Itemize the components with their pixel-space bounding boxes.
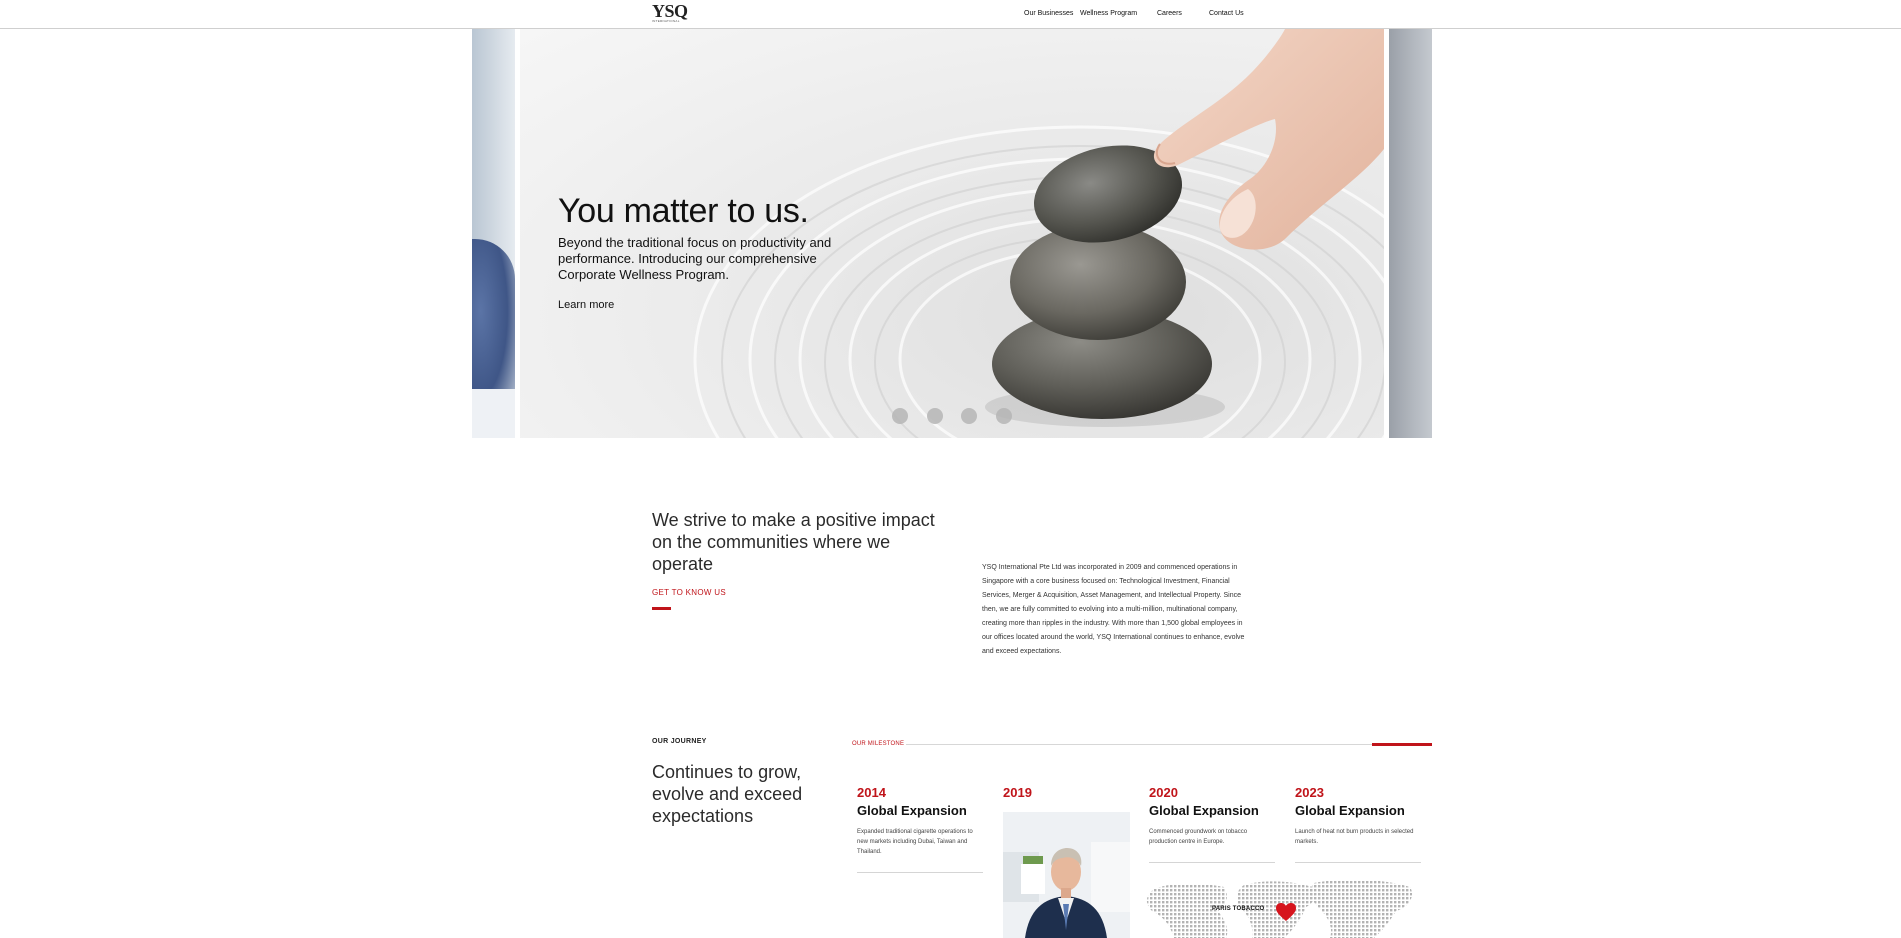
- milestone-desc-2023: Launch of heat not burn products in sele…: [1295, 829, 1414, 845]
- milestone-track: [906, 744, 1372, 745]
- next-slide-preview[interactable]: [1389, 29, 1432, 438]
- milestone-desc-2014: Expanded traditional cigarette operation…: [857, 829, 973, 855]
- journey-heading: Continues to grow, evolve and exceed exp…: [652, 762, 803, 826]
- intro-accent-bar: [652, 607, 671, 610]
- hero-slide-image: [520, 29, 1384, 438]
- learn-more-link[interactable]: Learn more: [558, 299, 614, 311]
- nav-wellness-program[interactable]: Wellness Program: [1080, 10, 1137, 17]
- intro-heading: We strive to make a positive impact on t…: [652, 510, 935, 574]
- milestone-progress: [1372, 743, 1432, 746]
- carousel-dot-3[interactable]: [961, 408, 977, 424]
- hero-description: Beyond the traditional focus on producti…: [558, 235, 832, 282]
- hero-title: You matter to us.: [558, 192, 809, 230]
- hero-carousel[interactable]: [472, 29, 1432, 438]
- carousel-dot-2[interactable]: [927, 408, 943, 424]
- zen-stones-image: [693, 29, 1384, 438]
- carousel-dot-1[interactable]: [892, 408, 908, 424]
- site-header: YSQ INTERNATIONAL Our Businesses Wellnes…: [0, 0, 1901, 29]
- milestone-label: OUR MILESTONE: [852, 741, 905, 747]
- previous-slide-surface: [472, 389, 515, 438]
- carousel-dot-4[interactable]: [996, 408, 1012, 424]
- person-portrait-image: [1003, 812, 1130, 938]
- milestone-rule-2014: [857, 872, 983, 873]
- milestone-rule-2023: [1295, 862, 1421, 863]
- milestone-year-2023: 2023: [1295, 785, 1324, 800]
- milestone-rule-2020: [1149, 862, 1275, 863]
- intro-body-text: YSQ International Pte Ltd was incorporat…: [982, 564, 1245, 655]
- milestone-desc-2020: Commenced groundwork on tobacco producti…: [1149, 829, 1248, 845]
- journey-label: OUR JOURNEY: [652, 738, 707, 745]
- milestone-year-2019: 2019: [1003, 785, 1032, 800]
- nav-our-businesses[interactable]: Our Businesses: [1024, 10, 1073, 17]
- portrait-photo: [1003, 812, 1130, 938]
- map-location-label: PARIS TOBACCO: [1212, 906, 1265, 912]
- heart-icon: [1276, 903, 1296, 921]
- get-to-know-us-link[interactable]: GET TO KNOW US: [652, 588, 726, 597]
- previous-slide-preview[interactable]: [472, 29, 515, 438]
- logo-text: YSQ: [652, 1, 688, 21]
- milestone-title-2020: Global Expansion: [1149, 803, 1259, 818]
- nav-careers[interactable]: Careers: [1157, 10, 1182, 17]
- milestone-title-2023: Global Expansion: [1295, 803, 1405, 818]
- milestone-year-2014: 2014: [857, 785, 886, 800]
- logo-subtext: INTERNATIONAL: [652, 19, 680, 23]
- ysq-logo[interactable]: YSQ INTERNATIONAL: [652, 2, 696, 24]
- milestone-year-2020: 2020: [1149, 785, 1178, 800]
- nav-contact-us[interactable]: Contact Us: [1209, 10, 1244, 17]
- milestone-title-2014: Global Expansion: [857, 803, 967, 818]
